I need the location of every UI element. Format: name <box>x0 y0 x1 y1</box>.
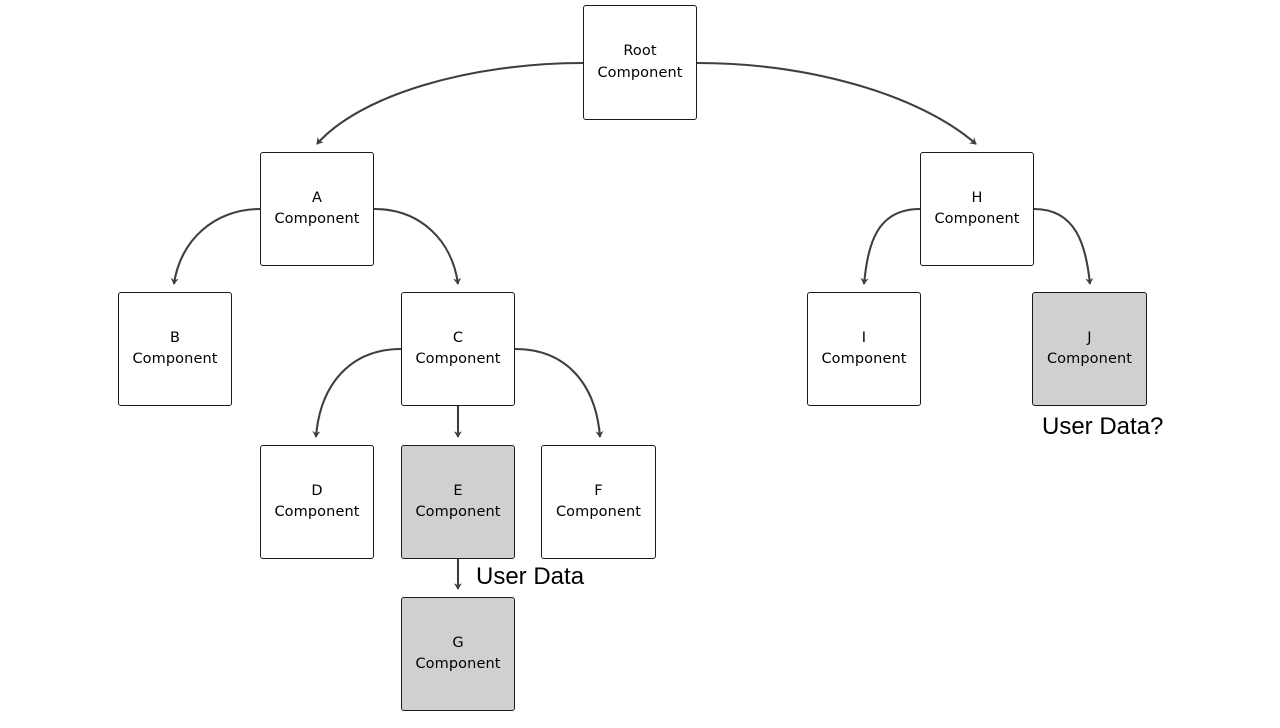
node-c-component[interactable]: C Component <box>401 292 515 406</box>
edge-root-a <box>316 61 584 145</box>
node-root-id: Root <box>623 43 657 60</box>
node-j-kind: Component <box>1046 351 1133 367</box>
node-root-kind: Component <box>597 64 683 81</box>
node-b-kind: Component <box>132 351 218 367</box>
node-g-kind: Component <box>415 656 501 672</box>
node-j-component[interactable]: J Component <box>1032 292 1147 406</box>
edge-h-i <box>860 207 921 285</box>
node-g-component[interactable]: G Component <box>401 597 515 711</box>
node-e-id: E <box>453 482 463 499</box>
edge-c-d <box>312 347 402 438</box>
node-f-component[interactable]: F Component <box>541 445 656 559</box>
node-c-id: C <box>452 329 464 346</box>
node-e-kind: Component <box>415 504 501 520</box>
node-h-id: H <box>971 189 983 206</box>
node-f-id: F <box>594 482 603 499</box>
node-b-id: B <box>169 329 181 346</box>
node-i-component[interactable]: I Component <box>807 292 921 406</box>
node-g-id: G <box>452 634 464 651</box>
diagram-canvas: Root Component A Component H Component B… <box>0 0 1280 728</box>
node-i-kind: Component <box>821 351 907 367</box>
node-f-kind: Component <box>555 504 642 520</box>
edge-c-f <box>514 347 604 438</box>
node-c-kind: Component <box>415 351 501 367</box>
node-e-component[interactable]: E Component <box>401 445 515 559</box>
edge-h-j <box>1033 207 1094 285</box>
edge-a-c <box>373 207 462 285</box>
node-d-id: D <box>311 482 323 499</box>
node-d-kind: Component <box>274 504 360 520</box>
edge-a-b <box>170 207 261 285</box>
node-h-kind: Component <box>934 211 1020 227</box>
edge-label-user-data: User Data <box>476 563 585 590</box>
node-a-component[interactable]: A Component <box>260 152 374 266</box>
node-h-component[interactable]: H Component <box>920 152 1034 266</box>
node-j-id: J <box>1087 329 1092 346</box>
node-root-component[interactable]: Root Component <box>583 5 697 120</box>
node-b-component[interactable]: B Component <box>118 292 232 406</box>
node-a-kind: Component <box>274 211 360 227</box>
node-i-id: I <box>861 329 867 346</box>
node-d-component[interactable]: D Component <box>260 445 374 559</box>
node-a-id: A <box>311 189 323 206</box>
edge-root-h <box>696 61 977 145</box>
edge-label-user-data-question: User Data? <box>1042 413 1164 440</box>
